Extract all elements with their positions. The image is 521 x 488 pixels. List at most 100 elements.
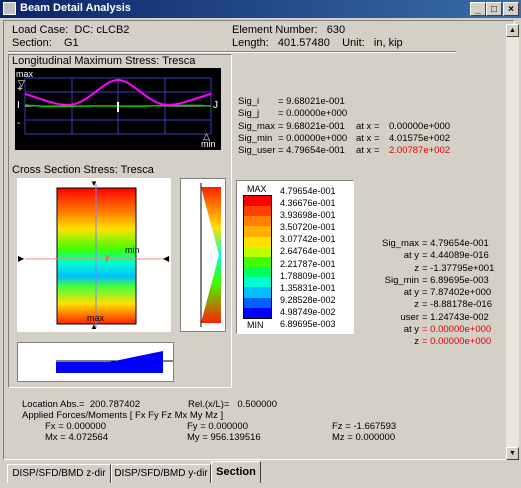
load-case-value: DC: cLCB2 <box>74 24 130 36</box>
unit-value: in, kip <box>373 37 403 49</box>
tab-disp-y[interactable]: DISP/SFD/BMD y-dir <box>111 464 211 483</box>
stat-row: Sig_min = 6.89695e-003 <box>360 275 505 287</box>
stat-label: at y <box>403 287 419 299</box>
plot-plus-label: + <box>17 84 23 95</box>
legend-color-band <box>244 297 271 308</box>
maximize-button[interactable]: □ <box>486 2 502 16</box>
legend-color-band <box>244 307 271 318</box>
scroll-up-icon[interactable]: ▲ <box>506 24 519 37</box>
top-marker-icon: ▼ <box>90 179 98 188</box>
right-marker-icon: ◀ <box>163 254 170 263</box>
color-legend: MAX MIN 4.79654e-001 4.36676e-001 3.93698e… <box>236 180 354 334</box>
stat-label: user <box>400 311 419 323</box>
legend-value: 2.21787e-001 <box>280 258 336 269</box>
title-bar: Beam Detail Analysis _ □ × <box>0 0 521 18</box>
sig-value: = 0.00000e+000 <box>278 108 348 120</box>
location-abs: Location Abs.= 200.787402 <box>22 399 141 410</box>
moment-my: My = 956.139516 <box>187 432 261 443</box>
legend-value: 4.36676e-001 <box>280 198 336 209</box>
section-value: G1 <box>63 37 79 49</box>
tab-section[interactable]: Section <box>211 461 261 483</box>
sig-name: Sig_user <box>238 145 276 157</box>
longitudinal-stress-plot[interactable]: max ▽ + I - J △ min <box>15 68 221 150</box>
location-rel: Rel.(x/L)= 0.500000 <box>188 399 277 410</box>
sig-value-row: Sig_user = 4.79654e-001 at x = 2.00787e+002 <box>238 145 498 157</box>
stat-row: Sig_max = 4.79654e-001 <box>360 238 505 250</box>
stat-value: = -1.37795e+001 <box>422 262 495 274</box>
tab-disp-z[interactable]: DISP/SFD/BMD z-dir <box>7 464 111 483</box>
stat-label: Sig_min <box>384 274 419 286</box>
vertical-scrollbar[interactable]: ▲ ▼ <box>506 24 519 460</box>
legend-value: 2.64764e-001 <box>280 246 336 257</box>
minimize-button[interactable]: _ <box>470 2 486 16</box>
sig-value-row: Sig_j = 0.00000e+000 <box>238 108 498 120</box>
bottom-marker-icon: ▲ <box>90 322 98 331</box>
sig-value-row: Sig_min = 0.00000e+000 at x = 4.01575e+002 <box>238 133 498 145</box>
close-button[interactable]: × <box>503 2 519 16</box>
stat-row: z = 0.00000e+000 <box>360 336 505 348</box>
legend-color-band <box>244 277 271 288</box>
stat-value: = 6.89695e-003 <box>422 274 489 286</box>
sig-name: Sig_j <box>238 108 260 120</box>
scroll-down-icon[interactable]: ▼ <box>506 447 519 460</box>
header-divider <box>8 51 456 53</box>
sig-value-row: Sig_max = 9.68021e-001 at x = 0.00000e+000 <box>238 121 498 133</box>
plot-j-label: J <box>213 100 218 111</box>
legend-color-band <box>244 256 271 268</box>
location-abs-value: 200.787402 <box>89 399 141 410</box>
longitudinal-plot-title: Longitudinal Maximum Stress: Tresca <box>12 55 196 67</box>
stat-row: at y = 7.87402e+000 <box>360 287 505 299</box>
sig-value: = 4.79654e-001 <box>278 145 345 157</box>
legend-value: 3.07742e-001 <box>280 234 336 245</box>
stat-label: Sig_max <box>382 238 419 249</box>
cross-section-plot[interactable]: ▼ ▲ ▶ ◀ min y max <box>17 178 171 332</box>
moment-mx: Mx = 4.072564 <box>45 432 109 443</box>
xs-max-label: max <box>87 313 105 323</box>
force-fy: Fy = 0.000000 <box>187 421 249 432</box>
xs-min-label: min <box>125 245 140 255</box>
location-rel-value: 0.500000 <box>237 399 277 410</box>
legend-color-band <box>244 206 271 217</box>
sig-value-row: Sig_i = 9.68021e-001 <box>238 96 498 108</box>
plot-min-label: min <box>201 139 216 149</box>
window-title: Beam Detail Analysis <box>20 2 131 14</box>
legend-value: 3.50720e-001 <box>280 222 336 233</box>
stat-label: at y <box>403 250 419 262</box>
legend-color-bar <box>243 195 272 319</box>
stat-value: = 0.00000e+000 <box>422 336 492 348</box>
stat-value: = -8.88178e-016 <box>422 299 492 311</box>
app-icon <box>3 2 16 15</box>
legend-value: 4.98749e-002 <box>280 306 336 317</box>
sig-at-x-label: at x = <box>356 145 380 157</box>
force-fx: Fx = 0.000000 <box>45 421 107 432</box>
plot-i-label: I <box>17 100 20 111</box>
stat-label: z <box>414 299 419 311</box>
applied-forces-label: Applied Forces/Moments [ Fx Fy Fz Mx My … <box>22 410 224 421</box>
stress-profile-plot <box>180 178 226 332</box>
sig-at-x-label: at x = <box>356 120 380 132</box>
legend-value: 3.93698e-001 <box>280 210 336 221</box>
stat-value: = 4.44089e-016 <box>422 250 489 262</box>
stat-row: z = -1.37795e+001 <box>360 263 505 275</box>
legend-max-label: MAX <box>247 184 267 194</box>
sig-name: Sig_i <box>238 96 260 107</box>
sig-value: = 9.68021e-001 <box>278 120 345 132</box>
sig-value: = 0.00000e+000 <box>278 132 348 144</box>
sig-at-x-value: 0.00000e+000 <box>389 120 451 132</box>
legend-color-band <box>244 246 271 257</box>
beam-location-minimap[interactable] <box>17 342 174 382</box>
sig-at-x-value: 2.00787e+002 <box>389 145 451 157</box>
legend-value: 6.89695e-003 <box>280 319 336 330</box>
stat-row: at y = 0.00000e+000 <box>360 324 505 336</box>
sig-at-x-value: 4.01575e+002 <box>389 132 451 144</box>
stat-value: = 7.87402e+000 <box>422 287 492 299</box>
length-value: 401.57480 <box>277 37 330 49</box>
legend-color-band <box>244 267 271 278</box>
cross-section-title: Cross Section Stress: Tresca <box>12 164 154 176</box>
legend-value: 9.28528e-002 <box>280 294 336 305</box>
stat-label: at y <box>403 324 419 336</box>
plot-minus-label: - <box>17 118 21 129</box>
legend-color-band <box>244 287 271 298</box>
stat-value: = 1.24743e-002 <box>422 311 489 323</box>
sig-value: = 9.68021e-001 <box>278 96 345 107</box>
